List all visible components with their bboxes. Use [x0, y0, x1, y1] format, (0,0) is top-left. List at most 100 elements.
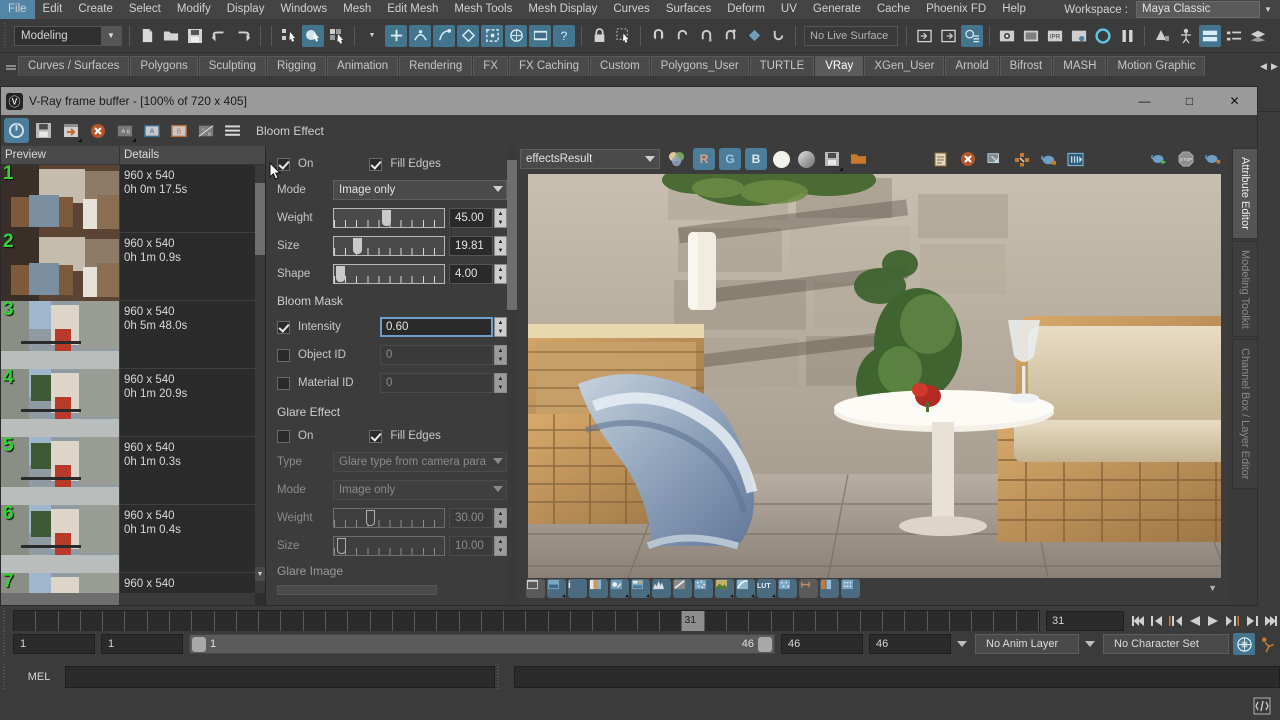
ipr-render-icon[interactable]: IPR [1044, 25, 1066, 47]
auto-key-icon[interactable] [1233, 633, 1255, 655]
teapot-render-icon[interactable] [1036, 147, 1061, 172]
histogram-icon[interactable] [652, 579, 671, 598]
snap-magnet-uv-icon[interactable] [767, 25, 789, 47]
exposure-icon[interactable] [610, 579, 629, 598]
rendered-image[interactable] [528, 174, 1221, 578]
glare-weight-stepper[interactable]: ▲▼ [494, 508, 507, 528]
alpha-white-icon[interactable] [773, 151, 790, 168]
time-slider-tick[interactable] [482, 611, 504, 631]
menu-item-modify[interactable]: Modify [169, 0, 219, 19]
info-icon[interactable]: i [568, 579, 587, 598]
menu-item-mesh[interactable]: Mesh [335, 0, 379, 19]
hypershade-icon[interactable] [1175, 25, 1197, 47]
time-slider-tick[interactable] [883, 611, 905, 631]
chevron-down-icon[interactable]: ▼ [101, 27, 121, 45]
open-editor-left-icon[interactable] [913, 25, 935, 47]
time-slider-tick[interactable] [660, 611, 682, 631]
bloom-intensity-value[interactable]: 0.60 [380, 317, 493, 337]
render-thumbnail[interactable]: 6 [1, 505, 120, 573]
table-row[interactable]: 6 960 x 540 0h 1m 0.4s [1, 505, 255, 573]
stereo-icon[interactable] [778, 579, 797, 598]
shelf-tab-arnold[interactable]: Arnold [945, 56, 998, 76]
glare-size-value[interactable]: 10.00 [449, 536, 493, 556]
glare-type-combo[interactable]: Glare type from camera para [333, 452, 507, 472]
shelf-tab-turtle[interactable]: TURTLE [750, 56, 815, 76]
time-slider-tick[interactable] [905, 611, 927, 631]
shelf-scroll-nav[interactable]: ◀ ▶ [1258, 56, 1280, 76]
workspace-combo-value[interactable]: Maya Classic [1136, 1, 1260, 18]
menu-item-help[interactable]: Help [994, 0, 1034, 19]
fit-image-icon[interactable] [526, 579, 545, 598]
menu-item-mesh-tools[interactable]: Mesh Tools [446, 0, 520, 19]
bloom-material-id-checkbox[interactable] [277, 377, 290, 390]
history-vertical-scrollbar[interactable]: ▲ ▼ [255, 165, 265, 593]
effects-vertical-scrollbar[interactable] [507, 146, 517, 605]
menu-item-surfaces[interactable]: Surfaces [658, 0, 719, 19]
go-to-start-icon[interactable] [1128, 610, 1147, 632]
chevron-down-small-icon[interactable]: ▼ [361, 25, 383, 47]
bloom-object-id-stepper[interactable]: ▲▼ [494, 345, 507, 365]
time-slider-tick[interactable] [593, 611, 615, 631]
time-slider-tick[interactable] [727, 611, 749, 631]
color-channels-icon[interactable] [664, 147, 689, 172]
vray-render-icon[interactable] [1092, 25, 1114, 47]
menu-item-windows[interactable]: Windows [272, 0, 335, 19]
menu-item-edit-mesh[interactable]: Edit Mesh [379, 0, 446, 19]
cancel-render-icon[interactable] [955, 147, 980, 172]
snap-to-projected-center-icon[interactable] [457, 25, 479, 47]
anim-start-field[interactable]: 1 [101, 634, 183, 654]
range-right-handle[interactable] [758, 637, 772, 652]
resize-image-icon[interactable] [982, 147, 1007, 172]
menu-item-select[interactable]: Select [121, 0, 169, 19]
step-back-key-icon[interactable] [1147, 610, 1166, 632]
render-settings-icon[interactable] [1068, 25, 1090, 47]
vfb-title-bar[interactable]: Ⓥ V-Ray frame buffer - [100% of 720 x 40… [1, 87, 1257, 115]
render-view-icon[interactable] [529, 25, 551, 47]
menu-item-create[interactable]: Create [70, 0, 121, 19]
time-slider-tick[interactable] [861, 611, 883, 631]
command-language-label[interactable]: MEL [13, 671, 65, 683]
table-row[interactable]: 5 960 x 540 0h 1m 0.3s [1, 437, 255, 505]
character-set-field[interactable]: No Character Set [1103, 634, 1229, 654]
glare-weight-slider[interactable] [333, 508, 445, 528]
shelf-tab-xgen-user[interactable]: XGen_User [864, 56, 944, 76]
glare-weight-value[interactable]: 30.00 [449, 508, 493, 528]
snap-to-curves-icon[interactable] [409, 25, 431, 47]
history-horizontal-scrollbar[interactable] [1, 593, 255, 605]
workspace-selector[interactable]: Workspace : Maya Classic ▼ [1056, 0, 1280, 19]
table-row[interactable]: 2 960 x 540 0h 1m 0.9s [1, 233, 255, 301]
alpha-gray-icon[interactable] [798, 151, 815, 168]
chevron-down-icon[interactable] [645, 156, 655, 162]
menu-item-display[interactable]: Display [219, 0, 273, 19]
step-forward-key-icon[interactable] [1242, 610, 1261, 632]
outliner-icon[interactable] [1151, 25, 1173, 47]
table-row[interactable]: 1 960 x 540 0h 0m 17.5s [1, 165, 255, 233]
time-slider-tick[interactable] [749, 611, 771, 631]
snap-to-view-planes-icon[interactable] [481, 25, 503, 47]
time-slider-tick[interactable] [838, 611, 860, 631]
menu-item-mesh-display[interactable]: Mesh Display [520, 0, 605, 19]
render-current-frame-icon[interactable] [996, 25, 1018, 47]
glare-size-stepper[interactable]: ▲▼ [494, 536, 507, 556]
shelf-tab-motion-graphics[interactable]: Motion Graphic [1107, 56, 1205, 76]
scroll-thumb[interactable] [507, 160, 517, 310]
select-by-component-icon[interactable] [326, 25, 348, 47]
menuset-combo[interactable]: Modeling ▼ [14, 26, 122, 46]
time-slider-tick[interactable] [125, 611, 147, 631]
time-slider-tick[interactable] [616, 611, 638, 631]
snap-magnet-grid-icon[interactable] [647, 25, 669, 47]
live-surface-field[interactable]: No Live Surface [804, 26, 898, 46]
render-thumbnail[interactable]: 4 [1, 369, 120, 437]
redo-icon[interactable] [232, 25, 254, 47]
bloom-material-id-stepper[interactable]: ▲▼ [494, 373, 507, 393]
lock-icon[interactable] [588, 25, 610, 47]
hamburger-menu-icon[interactable] [220, 118, 245, 143]
chevron-down-icon[interactable]: ▼ [1260, 1, 1276, 18]
time-slider-tick[interactable] [638, 611, 660, 631]
time-slider-tick[interactable] [348, 611, 370, 631]
menu-item-uv[interactable]: UV [773, 0, 805, 19]
snap-to-grids-icon[interactable] [385, 25, 407, 47]
attribute-editor-toggle-icon[interactable] [961, 25, 983, 47]
tab-modeling-toolkit[interactable]: Modeling Toolkit [1232, 241, 1258, 338]
blue-channel-button[interactable]: B [745, 148, 767, 170]
